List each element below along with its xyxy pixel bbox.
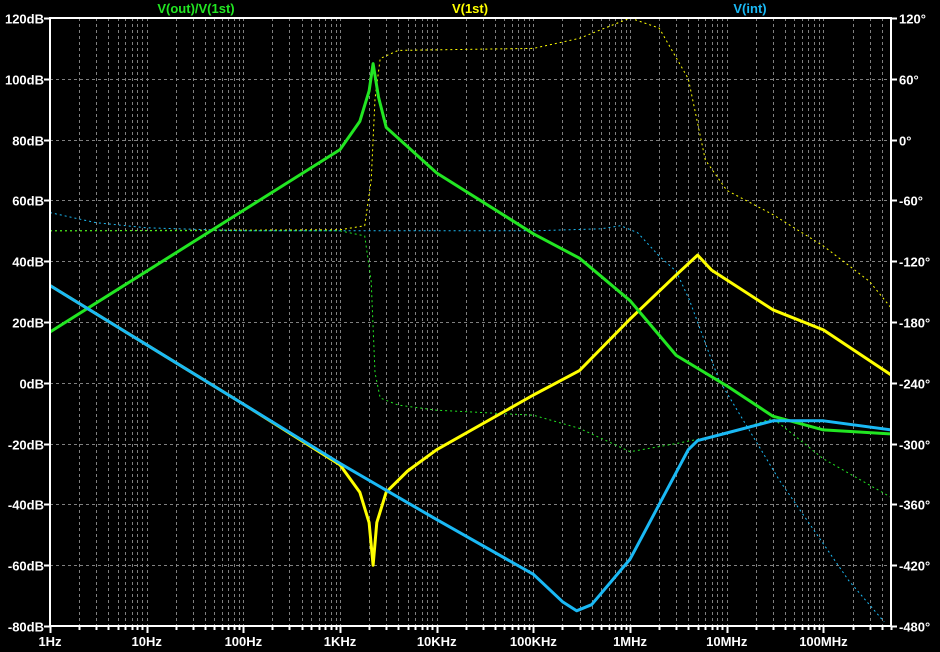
x-tick-label: 10Hz — [131, 634, 162, 649]
y-tick-label-right: -180° — [899, 316, 930, 331]
y-tick-label-right: 60° — [899, 73, 919, 88]
y-tick-label-left: 20dB — [12, 316, 44, 331]
y-tick-label-left: 40dB — [12, 255, 44, 270]
x-tick-label: 100MHz — [799, 634, 848, 649]
bode-plot: 120dB 100dB 80dB 60dB 40dB 20dB 0dB -20dB -40dB -… — [5, 1, 930, 650]
x-tick-label: 100KHz — [510, 634, 557, 649]
y-tick-label-right: -420° — [899, 559, 930, 574]
x-tick-label: 1Hz — [38, 634, 62, 649]
y-tick-label-left: 100dB — [5, 73, 44, 88]
y-tick-label-right: -300° — [899, 438, 930, 453]
x-tick-label: 100Hz — [225, 634, 263, 649]
tick-labels: 120dB 100dB 80dB 60dB 40dB 20dB 0dB -20dB -40dB -… — [5, 12, 930, 650]
y-tick-label-right: -120° — [899, 255, 930, 270]
y-tick-label-right: 120° — [899, 12, 926, 27]
x-tick-label: 1KHz — [324, 634, 357, 649]
x-tick-label: 10KHz — [417, 634, 457, 649]
y-tick-label-right: -60° — [899, 194, 923, 209]
x-tick-label: 1MHz — [613, 634, 647, 649]
legend-entry: V(1st) — [452, 1, 488, 16]
y-tick-label-right: 0° — [899, 134, 911, 149]
grid — [50, 18, 891, 626]
y-tick-label-right: -240° — [899, 377, 930, 392]
y-tick-label-left: -40dB — [8, 498, 44, 513]
phase-curve-2 — [49, 212, 885, 623]
x-tick-label: 10MHz — [706, 634, 748, 649]
axes — [44, 17, 897, 633]
magnitude-curve-2 — [49, 284, 892, 613]
y-tick-label-right: -480° — [899, 620, 930, 635]
y-tick-label-left: 0dB — [19, 377, 44, 392]
y-tick-label-left: 60dB — [12, 194, 44, 209]
legend: V(out)/V(1st) V(1st) V(int) — [157, 1, 766, 16]
y-tick-label-left: 80dB — [12, 134, 44, 149]
y-tick-label-left: -20dB — [8, 438, 44, 453]
y-tick-label-left: -60dB — [8, 559, 44, 574]
legend-entry: V(out)/V(1st) — [157, 1, 234, 16]
y-tick-label-left: -80dB — [8, 620, 44, 635]
y-tick-label-left: 120dB — [5, 12, 44, 27]
legend-entry: V(int) — [733, 1, 766, 16]
y-tick-label-right: -360° — [899, 498, 930, 513]
